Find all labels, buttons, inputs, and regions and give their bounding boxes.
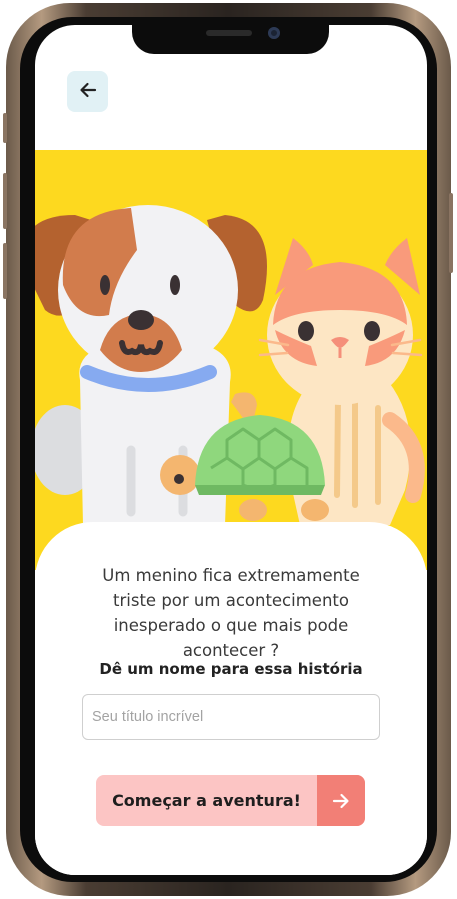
front-camera bbox=[268, 27, 280, 39]
volume-up-button bbox=[3, 173, 7, 229]
speaker bbox=[206, 30, 252, 36]
pets-illustration bbox=[35, 205, 425, 525]
back-button[interactable] bbox=[67, 71, 108, 112]
start-adventure-button[interactable]: Começar a aventura! bbox=[96, 775, 365, 826]
app-screen: Um menino fica extremamente triste por u… bbox=[35, 25, 427, 875]
story-card: Um menino fica extremamente triste por u… bbox=[35, 522, 427, 875]
story-title-input[interactable] bbox=[82, 694, 380, 740]
notch bbox=[132, 20, 329, 54]
start-adventure-label: Começar a aventura! bbox=[112, 791, 301, 810]
volume-down-button bbox=[3, 243, 7, 299]
silent-switch bbox=[3, 113, 7, 143]
story-prompt: Um menino fica extremamente triste por u… bbox=[102, 566, 360, 660]
arrow-left-icon bbox=[78, 80, 98, 104]
hero-illustration bbox=[35, 150, 427, 570]
arrow-right-icon bbox=[317, 775, 365, 826]
power-button bbox=[449, 193, 453, 273]
title-label: Dê um nome para essa história bbox=[99, 660, 363, 678]
